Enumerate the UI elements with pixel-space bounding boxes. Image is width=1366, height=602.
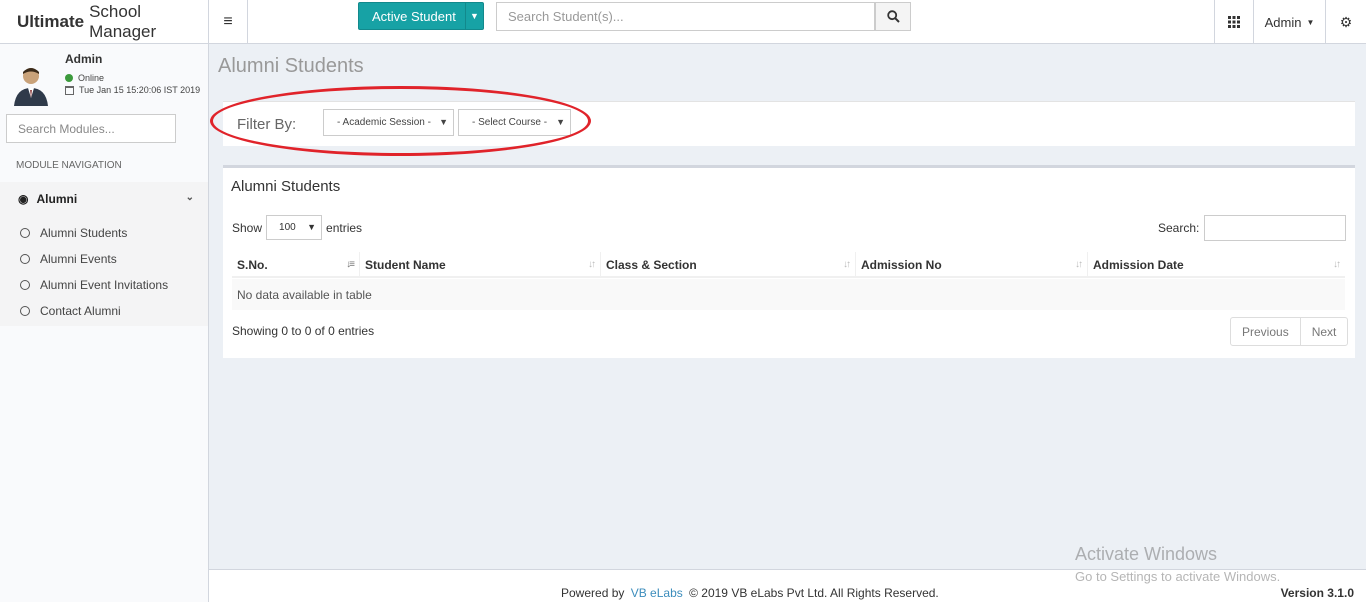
apps-grid-button[interactable] <box>1214 0 1254 44</box>
academic-session-value: - Academic Session - <box>337 117 431 128</box>
brand-bold: Ultimate <box>17 12 85 31</box>
sidebar-item-label: Contact Alumni <box>40 304 121 318</box>
admin-label: Admin <box>1264 14 1302 30</box>
online-dot-icon <box>65 74 73 82</box>
avatar <box>14 68 48 106</box>
page-length-control: Show 100 ▼ entries <box>232 215 362 240</box>
activate-windows-subtitle: Go to Settings to activate Windows. <box>1075 569 1281 584</box>
box-title: Alumni Students <box>231 178 341 195</box>
column-header-admission-no[interactable]: Admission No ↓↑ <box>856 252 1088 278</box>
page-length-select[interactable]: 100 ▼ <box>266 215 323 240</box>
table-header: S.No. ↓≡ Student Name ↓↑ Class & Section… <box>232 252 1345 278</box>
sidebar-group-label: Alumni <box>36 192 78 206</box>
online-status: Online <box>65 73 104 83</box>
column-label: Class & Section <box>606 258 697 272</box>
column-header-class-section[interactable]: Class & Section ↓↑ <box>601 252 856 278</box>
active-student-button[interactable]: Active Student ▼ <box>358 2 484 30</box>
module-nav-header: MODULE NAVIGATION <box>16 160 122 171</box>
caret-down-icon: ▼ <box>556 117 565 127</box>
student-search-placeholder: Search Student(s)... <box>508 9 624 24</box>
menu-group-alumni: ◉ Alumni ⌄ Alumni Students Alumni Events… <box>0 182 208 326</box>
chevron-down-icon: ⌄ <box>185 192 194 203</box>
next-page-button[interactable]: Next <box>1299 318 1348 345</box>
copyright-text: © 2019 VB eLabs Pvt Ltd. All Rights Rese… <box>689 586 939 600</box>
caret-down-icon[interactable]: ▼ <box>465 3 483 29</box>
column-header-sno[interactable]: S.No. ↓≡ <box>232 252 360 278</box>
table-search: Search: <box>1158 215 1347 241</box>
circle-icon <box>20 306 30 316</box>
status-text: Online <box>78 73 105 83</box>
sidebar-item-label: Alumni Students <box>40 226 128 240</box>
filter-label: Filter By: <box>237 116 297 133</box>
admin-user-menu[interactable]: Admin ▼ <box>1254 0 1326 44</box>
dashboard-icon: ◉ <box>18 192 29 206</box>
search-icon <box>886 10 900 23</box>
active-student-label: Active Student <box>372 8 456 24</box>
table-info: Showing 0 to 0 of 0 entries <box>232 324 375 338</box>
circle-icon <box>20 280 30 290</box>
grid-icon <box>1228 16 1240 28</box>
sidebar-item-alumni-students[interactable]: Alumni Students <box>20 226 127 240</box>
app-logo[interactable]: Ultimate School Manager <box>0 0 209 44</box>
sidebar-item-alumni-events[interactable]: Alumni Events <box>20 252 117 266</box>
table-search-input[interactable] <box>1204 215 1347 241</box>
sidebar-item-alumni-event-invitations[interactable]: Alumni Event Invitations <box>20 278 168 292</box>
sidebar-item-label: Alumni Events <box>40 252 117 266</box>
powered-by-label: Powered by <box>561 586 625 600</box>
column-label: Admission No <box>861 258 942 272</box>
activate-windows-title: Activate Windows <box>1075 544 1218 564</box>
module-search-placeholder: Search Modules... <box>18 121 115 136</box>
sidebar-item-label: Alumni Event Invitations <box>40 278 169 292</box>
sidebar-toggle-button[interactable]: ≡ <box>209 0 248 44</box>
student-search-input[interactable]: Search Student(s)... <box>496 2 875 31</box>
login-datetime: Tue Jan 15 15:20:06 IST 2019 <box>65 85 200 95</box>
sort-icon: ↓↑ <box>1075 259 1083 270</box>
pagination: Previous Next <box>1230 317 1349 346</box>
show-label: Show <box>232 220 263 235</box>
vb-elabs-link[interactable]: VB eLabs <box>631 586 683 600</box>
alumni-students-box: Alumni Students Show 100 ▼ entries Searc… <box>223 165 1355 358</box>
column-label: Student Name <box>365 258 446 272</box>
hamburger-icon: ≡ <box>223 13 233 30</box>
footer-credits: Powered by VB eLabs © 2019 VB eLabs Pvt … <box>561 586 939 600</box>
column-label: S.No. <box>237 258 268 272</box>
page-length-value: 100 <box>279 222 296 233</box>
sort-icon: ↓↑ <box>843 259 851 270</box>
circle-icon <box>20 228 30 238</box>
settings-button[interactable]: ⚙ <box>1326 0 1366 44</box>
gears-icon: ⚙ <box>1339 13 1353 30</box>
filter-panel: Filter By: - Academic Session - ▼ - Sele… <box>223 101 1355 146</box>
sort-icon: ↓↑ <box>588 259 596 270</box>
course-select[interactable]: - Select Course - ▼ <box>458 109 571 136</box>
datetime-text: Tue Jan 15 15:20:06 IST 2019 <box>79 85 201 95</box>
student-search-button[interactable] <box>875 2 911 31</box>
sort-icon: ↓↑ <box>1333 259 1341 270</box>
caret-down-icon: ▼ <box>307 222 317 232</box>
caret-down-icon: ▼ <box>1306 17 1315 27</box>
version-label: Version <box>1280 586 1324 600</box>
previous-page-button[interactable]: Previous <box>1231 318 1300 345</box>
course-value: - Select Course - <box>472 117 548 128</box>
column-header-student-name[interactable]: Student Name ↓↑ <box>360 252 601 278</box>
entries-label: entries <box>326 220 363 235</box>
caret-down-icon: ▼ <box>439 117 448 127</box>
page-title: Alumni Students <box>218 55 364 77</box>
search-label: Search: <box>1158 221 1200 235</box>
empty-table-message: No data available in table <box>232 279 1345 310</box>
top-navbar: Ultimate School Manager ≡ Active Student… <box>0 0 1366 44</box>
version-number: 3.1.0 <box>1327 586 1354 600</box>
column-header-admission-date[interactable]: Admission Date ↓↑ <box>1088 252 1345 278</box>
module-search-input[interactable]: Search Modules... <box>6 114 176 143</box>
sort-ascending-icon: ↓≡ <box>346 259 355 270</box>
academic-session-select[interactable]: - Academic Session - ▼ <box>323 109 454 136</box>
circle-icon <box>20 254 30 264</box>
sidebar-item-contact-alumni[interactable]: Contact Alumni <box>20 304 121 318</box>
brand-rest: School Manager <box>89 2 157 41</box>
sidebar: Admin Online Tue Jan 15 15:20:06 IST 201… <box>0 44 209 602</box>
user-name: Admin <box>65 52 103 66</box>
calendar-icon <box>65 85 74 95</box>
version-info: Version 3.1.0 <box>1281 586 1354 600</box>
sidebar-item-alumni[interactable]: ◉ Alumni ⌄ <box>18 192 198 206</box>
column-label: Admission Date <box>1093 258 1184 272</box>
